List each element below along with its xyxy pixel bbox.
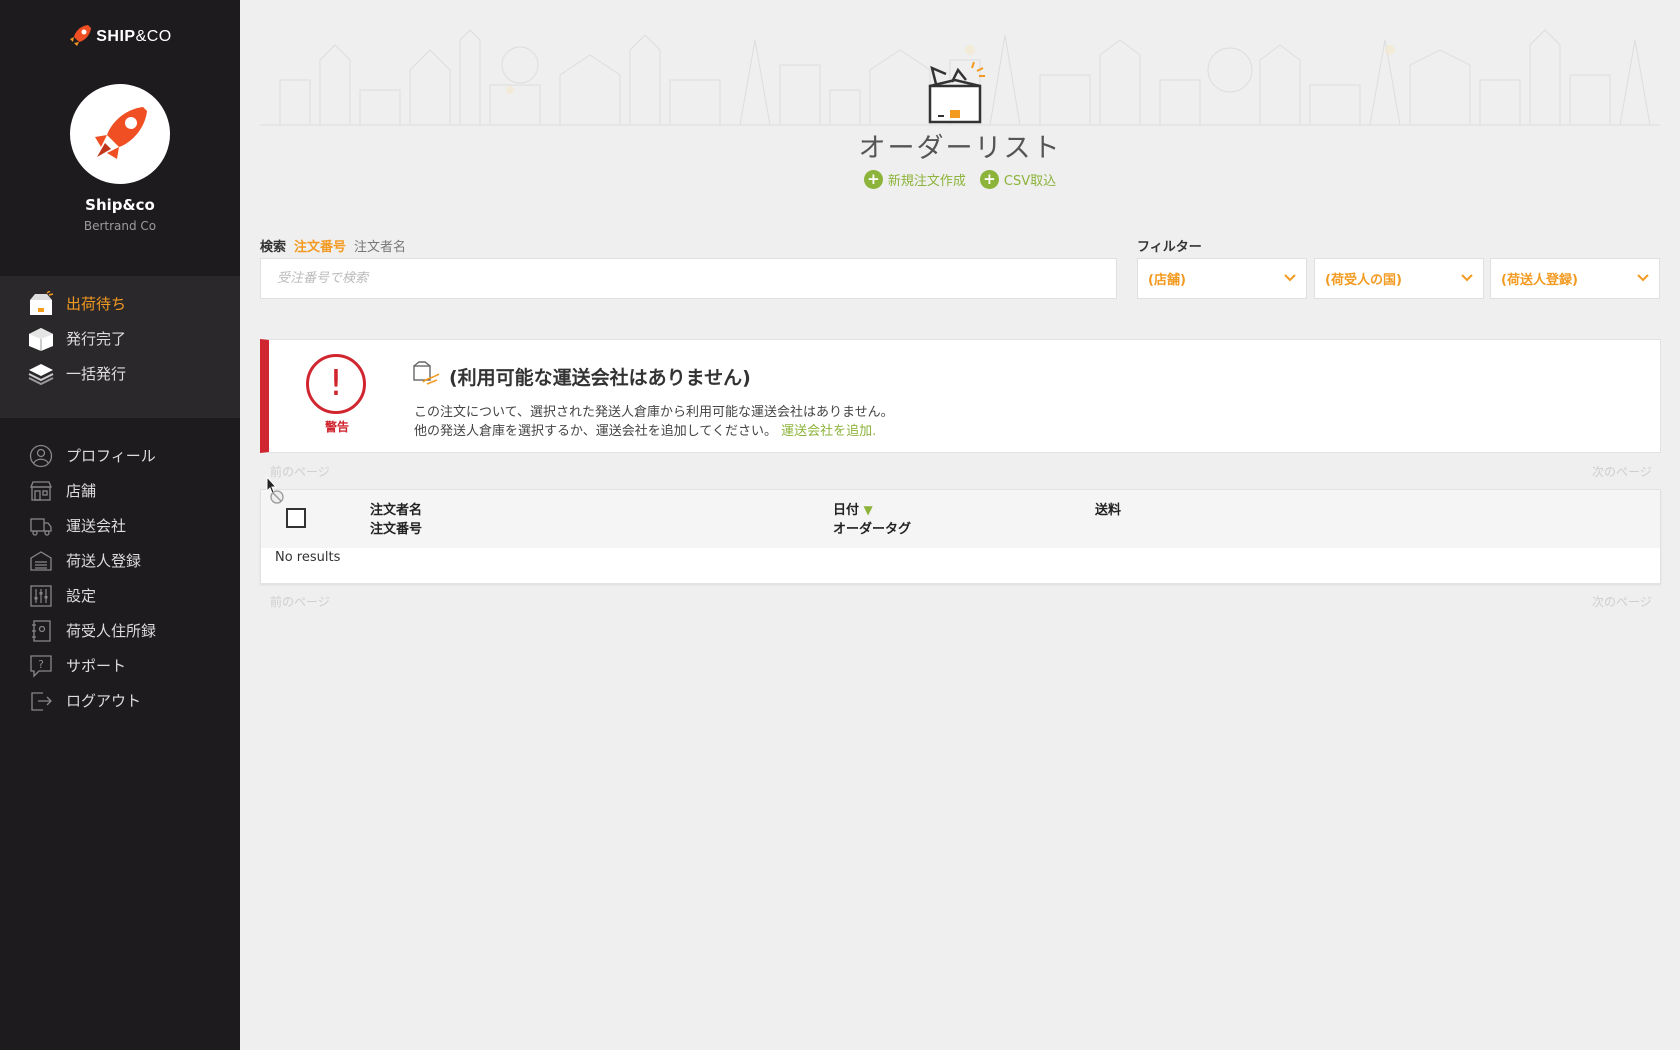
filter-label: フィルター xyxy=(1137,240,1202,255)
column-shipping-fee[interactable]: 送料 xyxy=(1095,501,1121,520)
sidebar-item-label: 店舗 xyxy=(66,482,97,500)
nav-group-shipments: 出荷待ち 発行完了 一括発行 xyxy=(0,276,240,418)
store-icon xyxy=(26,477,56,505)
search-label: 検索 xyxy=(260,240,287,255)
rocket-logo-icon xyxy=(68,22,94,52)
sidebar-item-label: プロフィール xyxy=(66,447,156,465)
filter-store-select[interactable]: (店舗) xyxy=(1137,258,1307,299)
warning-label: 警告 xyxy=(324,420,349,434)
warning-panel: ! 警告 (利用可能な運送会社はありません) この注文について、選択された発送人… xyxy=(260,339,1661,453)
search-input[interactable] xyxy=(260,258,1117,299)
column-orderer-name: 注文者名 xyxy=(370,503,423,518)
sort-down-icon: ▼ xyxy=(863,503,873,517)
user-icon xyxy=(26,442,56,470)
sidebar-item-logout[interactable]: ログアウト xyxy=(0,683,240,718)
next-page-link-top[interactable]: 次のページ xyxy=(1592,463,1652,480)
help-icon: ? xyxy=(26,652,56,680)
sidebar-item-address-book[interactable]: 荷受人住所録 xyxy=(0,613,240,648)
sidebar-item-store[interactable]: 店舗 xyxy=(0,473,240,508)
avatar[interactable] xyxy=(70,84,170,184)
new-order-label: 新規注文作成 xyxy=(887,174,966,189)
account-name: Ship&co xyxy=(85,196,155,214)
sidebar-item-label: 設定 xyxy=(66,587,97,605)
new-order-button[interactable]: + 新規注文作成 xyxy=(863,170,966,189)
warning-message-text: 他の発送人倉庫を選択するか、運送会社を追加してください。 xyxy=(414,424,777,439)
sidebar-item-label: 運送会社 xyxy=(66,517,127,535)
search-option-orderer-name[interactable]: 注文者名 xyxy=(354,236,406,255)
sidebar: SHIP&CO Ship&co Bertrand Co 出荷待ち 発行完了 一括… xyxy=(0,0,240,1050)
sidebar-item-label: 一括発行 xyxy=(66,365,127,383)
sidebar-item-pending[interactable]: 出荷待ち xyxy=(0,286,240,321)
csv-import-button[interactable]: + CSV取込 xyxy=(979,170,1057,189)
column-order-tag: オーダータグ xyxy=(833,522,912,537)
sidebar-item-label: 発行完了 xyxy=(66,330,127,348)
prev-page-link-bottom[interactable]: 前のページ xyxy=(270,593,330,610)
sidebar-item-label: 出荷待ち xyxy=(66,295,127,313)
page-title: オーダーリスト xyxy=(858,133,1062,164)
warning-title-row: (利用可能な運送会社はありません) xyxy=(411,360,751,392)
sidebar-item-label: 荷受人住所録 xyxy=(66,622,157,640)
logo-text: SHIP&CO xyxy=(96,28,172,45)
main-content: オーダーリスト + 新規注文作成 + CSV取込 検索 注文番号 注文者名 フィ… xyxy=(240,0,1680,1050)
sidebar-item-settings[interactable]: 設定 xyxy=(0,578,240,613)
logout-icon xyxy=(26,687,56,715)
address-book-icon xyxy=(26,617,56,645)
package-icon xyxy=(26,325,56,353)
search-options: 検索 注文番号 注文者名 xyxy=(260,236,406,255)
warehouse-icon xyxy=(26,547,56,575)
warning-title: (利用可能な運送会社はありません) xyxy=(449,366,751,389)
logo[interactable]: SHIP&CO xyxy=(0,22,240,52)
mouse-cursor-icon xyxy=(266,475,288,508)
exclamation-circle-icon: ! xyxy=(306,354,366,414)
filter-country-value: (荷受人の国) xyxy=(1325,273,1402,288)
chevron-down-icon xyxy=(1284,271,1296,286)
column-order-number: 注文番号 xyxy=(370,522,423,537)
sidebar-item-label: サポート xyxy=(66,657,127,675)
header-actions: + 新規注文作成 + CSV取込 xyxy=(240,170,1680,189)
select-all-checkbox[interactable] xyxy=(286,508,306,528)
warning-message-line1: この注文について、選択された発送人倉庫から利用可能な運送会社はありません。 xyxy=(414,405,894,420)
column-date[interactable]: 日付 ▼ オーダータグ xyxy=(833,501,911,539)
open-box-icon xyxy=(922,60,988,130)
filter-sender-value: (荷送人登録) xyxy=(1501,273,1578,288)
sidebar-item-support[interactable]: ? サポート xyxy=(0,648,240,683)
svg-text:?: ? xyxy=(38,658,44,671)
search-option-order-number[interactable]: 注文番号 xyxy=(294,236,346,255)
sidebar-item-carriers[interactable]: 運送会社 xyxy=(0,508,240,543)
column-orderer[interactable]: 注文者名 注文番号 xyxy=(370,501,422,539)
account-company: Bertrand Co xyxy=(83,219,157,233)
chevron-down-icon xyxy=(1461,271,1473,286)
rocket-avatar-icon xyxy=(95,107,147,159)
filter-store-value: (店舗) xyxy=(1148,273,1186,288)
stacked-boxes-icon xyxy=(26,360,56,388)
empty-state-text: No results xyxy=(275,550,341,565)
sidebar-item-senders[interactable]: 荷送人登録 xyxy=(0,543,240,578)
carrier-box-icon xyxy=(411,360,441,392)
truck-icon xyxy=(26,512,56,540)
orders-table: 注文者名 注文番号 日付 ▼ オーダータグ 送料 No results xyxy=(260,489,1661,584)
nav-group-settings: プロフィール 店舗 運送会社 荷送人登録 設定 荷受人住所録 ? サポート ログ xyxy=(0,438,240,718)
warning-message-line2: 他の発送人倉庫を選択するか、運送会社を追加してください。 運送会社を追加. xyxy=(414,420,876,439)
shipping-box-icon xyxy=(26,290,56,318)
csv-import-label: CSV取込 xyxy=(1003,174,1057,189)
table-header: 注文者名 注文番号 日付 ▼ オーダータグ 送料 xyxy=(261,490,1660,548)
add-carrier-link[interactable]: 運送会社を追加. xyxy=(781,424,876,439)
sidebar-item-profile[interactable]: プロフィール xyxy=(0,438,240,473)
plus-circle-icon: + xyxy=(863,170,883,189)
filter-sender-select[interactable]: (荷送人登録) xyxy=(1490,258,1660,299)
sidebar-item-label: ログアウト xyxy=(66,692,142,710)
chevron-down-icon xyxy=(1637,271,1649,286)
sidebar-item-issued[interactable]: 発行完了 xyxy=(0,321,240,356)
column-date-label: 日付 xyxy=(833,503,860,518)
sliders-icon xyxy=(26,582,56,610)
filter-country-select[interactable]: (荷受人の国) xyxy=(1314,258,1484,299)
sidebar-item-label: 荷送人登録 xyxy=(66,552,142,570)
next-page-link-bottom[interactable]: 次のページ xyxy=(1592,593,1652,610)
sidebar-item-bulk[interactable]: 一括発行 xyxy=(0,356,240,391)
plus-circle-icon: + xyxy=(979,170,999,189)
